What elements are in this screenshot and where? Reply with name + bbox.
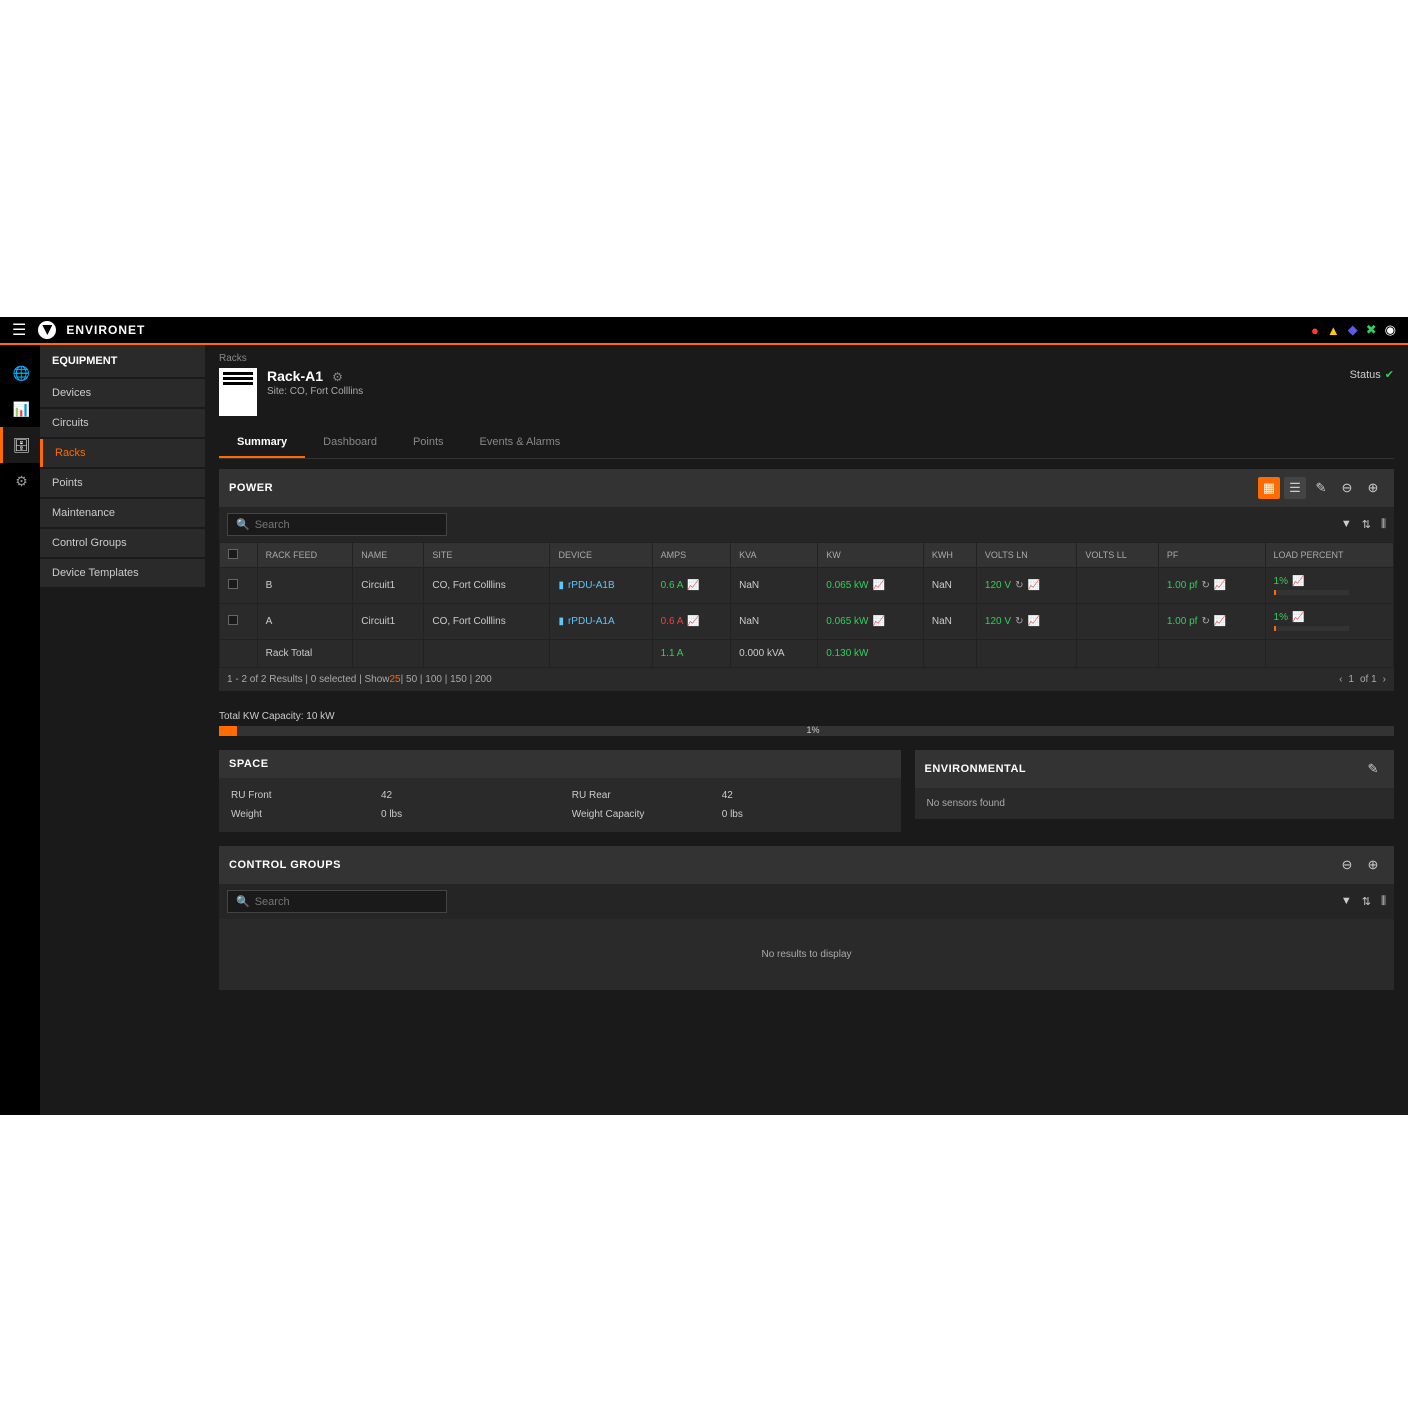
add-icon[interactable]: ⊕	[1362, 477, 1384, 499]
power-panel: POWER ▦ ☰ ✎ ⊖ ⊕ 🔍 ▼	[219, 469, 1394, 691]
iconbar: 🌐 📊 🗄 ⚙	[0, 345, 40, 1115]
alert-warning-icon[interactable]: ▲	[1327, 323, 1340, 338]
iconbar-globe[interactable]: 🌐	[0, 355, 40, 391]
table-row[interactable]: ACircuit1CO, Fort Colllins ▮rPDU-A1A 0.6…	[220, 604, 1394, 640]
sort-icon[interactable]: ⇅	[1362, 518, 1371, 531]
columns-icon[interactable]: ⫼	[1381, 895, 1386, 908]
search-icon: 🔍	[236, 895, 250, 908]
cg-remove-icon[interactable]: ⊖	[1336, 854, 1358, 876]
env-title: ENVIRONMENTAL	[925, 763, 1027, 775]
table-total-row: Rack Total 1.1 A0.000 kVA0.130 kW	[220, 640, 1394, 668]
columns-icon[interactable]: ⫼	[1381, 518, 1386, 531]
user-icon[interactable]: ◉	[1385, 322, 1396, 338]
sidebar-header: EQUIPMENT	[40, 345, 205, 377]
rack-site: Site: CO, Fort Colllins	[267, 386, 363, 397]
logo-icon	[38, 321, 56, 339]
sidebar-item-maintenance[interactable]: Maintenance	[40, 499, 205, 527]
remove-icon[interactable]: ⊖	[1336, 477, 1358, 499]
tab-dashboard[interactable]: Dashboard	[305, 428, 395, 458]
row-checkbox[interactable]	[228, 615, 238, 625]
sidebar-item-control-groups[interactable]: Control Groups	[40, 529, 205, 557]
pager: 1 - 2 of 2 Results | 0 selected | Show 2…	[219, 668, 1394, 691]
iconbar-chart[interactable]: 📊	[0, 391, 40, 427]
tabs: Summary Dashboard Points Events & Alarms	[219, 428, 1394, 459]
cg-empty: No results to display	[219, 919, 1394, 990]
content: Racks Rack-A1 ⚙ Site: CO, Fort Colllins …	[205, 345, 1408, 1115]
menu-icon[interactable]: ☰	[12, 320, 26, 340]
select-all-checkbox[interactable]	[228, 549, 238, 559]
breadcrumb[interactable]: Racks	[219, 353, 1394, 364]
cg-add-icon[interactable]: ⊕	[1362, 854, 1384, 876]
cg-panel: CONTROL GROUPS ⊖ ⊕ 🔍 ▼ ⇅ ⫼	[219, 846, 1394, 990]
status-ok-icon: ✔	[1385, 369, 1394, 381]
view-list-icon[interactable]: ☰	[1284, 477, 1306, 499]
sidebar-item-racks[interactable]: Racks	[40, 439, 205, 467]
cg-search[interactable]: 🔍	[227, 890, 447, 913]
gear-icon[interactable]: ⚙	[332, 370, 343, 384]
edit-icon[interactable]: ✎	[1310, 477, 1332, 499]
alert-info-icon[interactable]: ◆	[1348, 322, 1358, 338]
cg-title: CONTROL GROUPS	[229, 859, 341, 871]
row-checkbox[interactable]	[228, 579, 238, 589]
power-search[interactable]: 🔍	[227, 513, 447, 536]
tab-events[interactable]: Events & Alarms	[462, 428, 579, 458]
power-table: RACK FEEDNAMESITEDEVICEAMPSKVAKWKWHVOLTS…	[219, 542, 1394, 668]
power-title: POWER	[229, 482, 273, 494]
space-title: SPACE	[229, 758, 269, 770]
iconbar-equipment[interactable]: 🗄	[0, 427, 40, 463]
sidebar-item-points[interactable]: Points	[40, 469, 205, 497]
filter-icon[interactable]: ▼	[1341, 518, 1352, 531]
sidebar-item-devices[interactable]: Devices	[40, 379, 205, 407]
kw-capacity: Total KW Capacity: 10 kW 1%	[219, 705, 1394, 750]
power-search-input[interactable]	[255, 519, 438, 531]
env-panel: ENVIRONMENTAL ✎ No sensors found	[915, 750, 1395, 819]
sort-icon[interactable]: ⇅	[1362, 895, 1371, 908]
cg-search-input[interactable]	[255, 896, 438, 908]
sidebar: EQUIPMENT Devices Circuits Racks Points …	[40, 345, 205, 1115]
search-icon: 🔍	[236, 518, 250, 531]
prev-page-icon[interactable]: ‹	[1339, 674, 1342, 685]
next-page-icon[interactable]: ›	[1383, 674, 1386, 685]
env-body: No sensors found	[915, 788, 1395, 819]
tab-summary[interactable]: Summary	[219, 428, 305, 458]
brand-name: ENVIRONET	[66, 323, 145, 337]
tab-points[interactable]: Points	[395, 428, 462, 458]
edit-env-icon[interactable]: ✎	[1362, 758, 1384, 780]
sidebar-item-circuits[interactable]: Circuits	[40, 409, 205, 437]
page-title: Rack-A1	[267, 368, 323, 384]
alert-critical-icon[interactable]: ●	[1311, 323, 1319, 338]
space-panel: SPACE RU Front42 Weight0 lbs RU Rear42 W…	[219, 750, 901, 832]
topbar: ☰ ENVIRONET ● ▲ ◆ ✖ ◉	[0, 317, 1408, 345]
status-badge: Status✔	[1350, 368, 1394, 381]
view-grid-icon[interactable]: ▦	[1258, 477, 1280, 499]
tools-icon[interactable]: ✖	[1366, 322, 1377, 338]
iconbar-settings[interactable]: ⚙	[0, 463, 40, 499]
sidebar-item-device-templates[interactable]: Device Templates	[40, 559, 205, 587]
filter-icon[interactable]: ▼	[1341, 895, 1352, 908]
table-row[interactable]: BCircuit1CO, Fort Colllins ▮rPDU-A1B 0.6…	[220, 568, 1394, 604]
rack-icon	[219, 368, 257, 416]
